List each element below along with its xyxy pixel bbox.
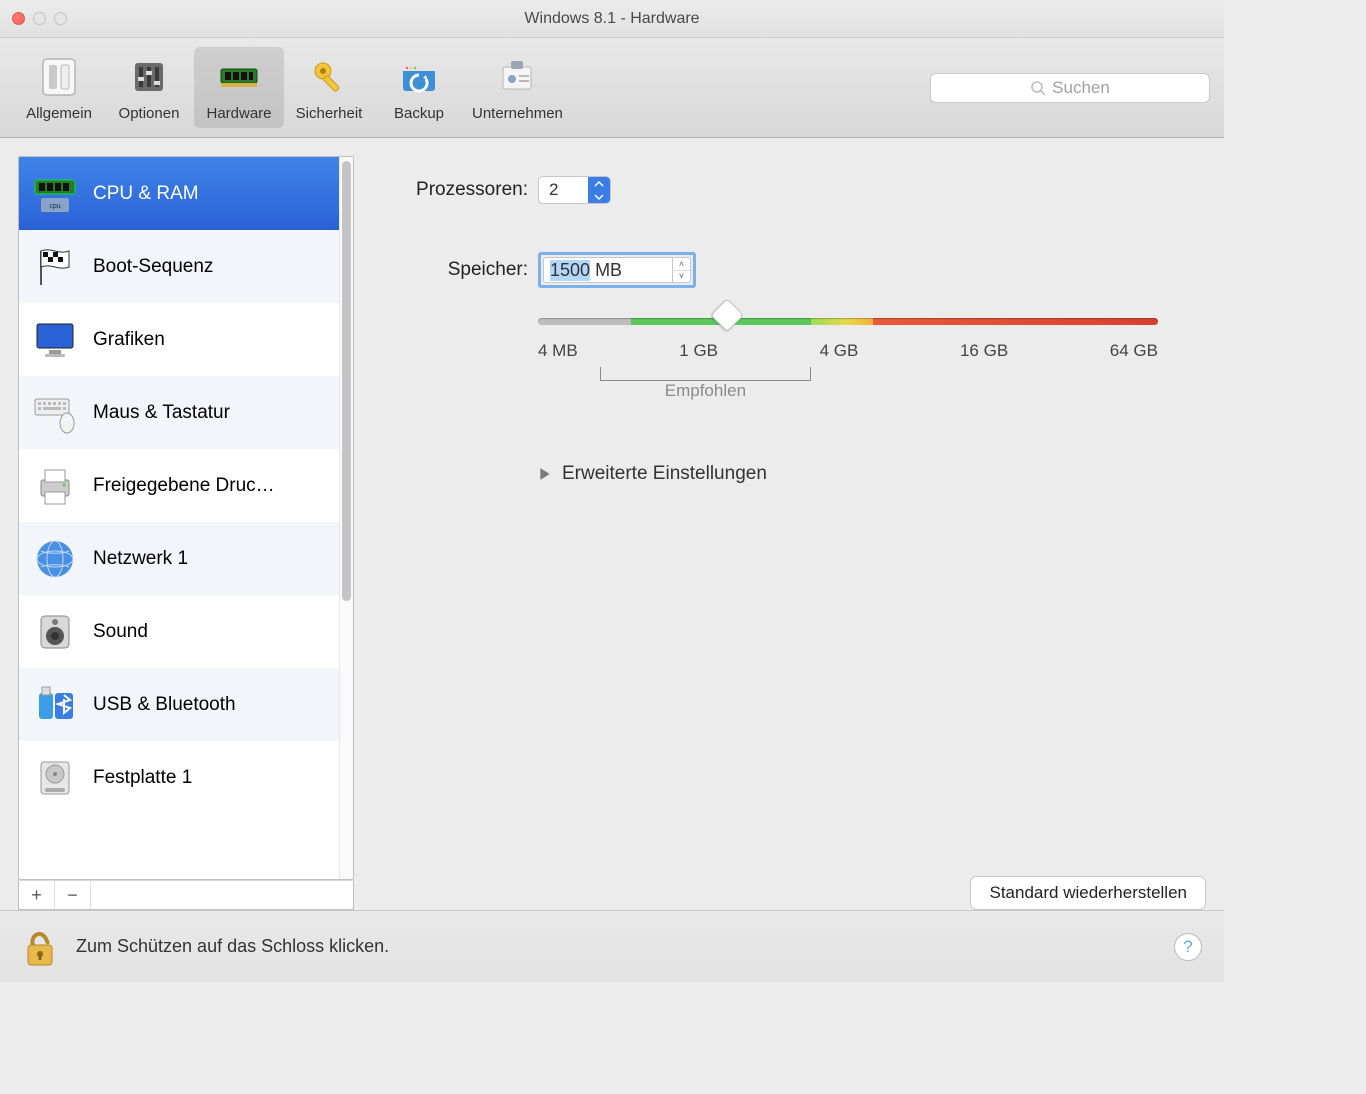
search-icon [1030,80,1046,96]
usb-bluetooth-icon [31,681,79,729]
tick-4mb: 4 MB [538,341,578,361]
memory-slider-thumb[interactable] [710,298,744,332]
toolbar-tab-label: Optionen [119,105,180,122]
memory-slider[interactable] [538,318,1158,325]
processors-label: Prozessoren: [372,179,528,201]
sidebar-item-network[interactable]: Netzwerk 1 [19,522,339,595]
memory-unit: MB [595,260,622,281]
harddisk-icon [31,754,79,802]
printer-icon [31,462,79,510]
tick-16gb: 16 GB [960,341,1008,361]
sidebar-item-label: Freigegebene Druc… [93,475,275,497]
hardware-sidebar: cpu CPU & RAM Boot-Sequenz Grafiken [18,156,354,880]
restore-defaults-button[interactable]: Standard wiederherstellen [970,876,1206,910]
toolbar-tab-label: Allgemein [26,105,92,122]
search-input[interactable]: Suchen [930,73,1210,103]
toolbar-tab-sicherheit[interactable]: Sicherheit [284,47,374,128]
id-badge-icon [493,53,541,101]
processors-value: 2 [539,177,588,203]
sidebar-item-usb-bluetooth[interactable]: USB & Bluetooth [19,668,339,741]
memory-stepper[interactable]: ˄ ˅ [673,257,691,283]
toolbar: Allgemein Optionen Hardware Sicherheit B… [0,38,1224,138]
toolbar-tab-label: Backup [394,105,444,122]
memory-label: Speicher: [372,259,528,281]
zoom-window-button[interactable] [54,12,67,25]
speaker-icon [31,608,79,656]
sidebar-item-graphics[interactable]: Grafiken [19,303,339,376]
traffic-lights [12,12,67,25]
search-placeholder: Suchen [1052,78,1110,98]
toolbar-tab-allgemein[interactable]: Allgemein [14,47,104,128]
globe-icon [31,535,79,583]
memory-step-down[interactable]: ˅ [673,271,690,283]
backup-icon [395,53,443,101]
memory-input[interactable]: 1500 MB ˄ ˅ [538,252,696,288]
recommended-bracket-icon [600,367,811,381]
memory-tick-labels: 4 MB 1 GB 4 GB 16 GB 64 GB [538,341,1158,361]
sidebar-item-cpu-ram[interactable]: cpu CPU & RAM [19,157,339,230]
sidebar-item-label: Maus & Tastatur [93,402,230,424]
switch-icon [35,53,83,101]
help-button[interactable]: ? [1174,933,1202,961]
lock-hint-text: Zum Schützen auf das Schloss klicken. [76,936,389,957]
memory-value: 1500 [550,260,590,281]
processors-select[interactable]: 2 [538,176,611,204]
window-title: Windows 8.1 - Hardware [0,10,1224,28]
sidebar-scrollbar[interactable] [339,157,353,879]
sidebar-item-harddisk[interactable]: Festplatte 1 [19,741,339,814]
tick-64gb: 64 GB [1110,341,1158,361]
sidebar-item-label: Festplatte 1 [93,767,192,789]
svg-text:cpu: cpu [49,203,60,210]
sidebar-item-label: Sound [93,621,148,643]
sliders-icon [125,53,173,101]
disclosure-triangle-icon [538,467,552,481]
toolbar-tab-label: Hardware [206,105,271,122]
scrollbar-thumb[interactable] [342,161,351,601]
ram-chip-icon: cpu [31,170,79,218]
sidebar-item-shared-printers[interactable]: Freigegebene Druc… [19,449,339,522]
sidebar-footer: + − [18,880,354,910]
tick-4gb: 4 GB [820,341,859,361]
keyboard-mouse-icon [31,389,79,437]
sidebar-item-label: Grafiken [93,329,165,351]
lock-icon[interactable] [20,925,60,969]
sidebar-item-label: Netzwerk 1 [93,548,188,570]
monitor-icon [31,316,79,364]
toolbar-tab-backup[interactable]: Backup [374,47,464,128]
toolbar-tab-optionen[interactable]: Optionen [104,47,194,128]
select-stepper-icon [588,177,610,203]
sidebar-item-mouse-keyboard[interactable]: Maus & Tastatur [19,376,339,449]
minimize-window-button[interactable] [33,12,46,25]
key-icon [305,53,353,101]
sidebar-item-label: CPU & RAM [93,183,199,205]
toolbar-tab-hardware[interactable]: Hardware [194,47,284,128]
footer-bar: Zum Schützen auf das Schloss klicken. ? [0,910,1224,982]
cpu-ram-panel: Prozessoren: 2 Speicher: 1500 MB ˄ [372,156,1206,910]
close-window-button[interactable] [12,12,25,25]
tick-1gb: 1 GB [679,341,718,361]
ram-icon [215,53,263,101]
add-device-button[interactable]: + [19,881,55,909]
toolbar-tab-unternehmen[interactable]: Unternehmen [464,47,571,128]
memory-step-up[interactable]: ˄ [673,258,690,271]
advanced-settings-disclosure[interactable]: Erweiterte Einstellungen [538,463,1206,485]
toolbar-tab-label: Unternehmen [472,105,563,122]
advanced-settings-label: Erweiterte Einstellungen [562,463,767,485]
sidebar-item-label: USB & Bluetooth [93,694,236,716]
checkered-flag-icon [31,243,79,291]
sidebar-item-boot-sequence[interactable]: Boot-Sequenz [19,230,339,303]
sidebar-item-label: Boot-Sequenz [93,256,213,278]
title-bar: Windows 8.1 - Hardware [0,0,1224,38]
toolbar-tab-label: Sicherheit [296,105,363,122]
sidebar-item-sound[interactable]: Sound [19,595,339,668]
recommended-label: Empfohlen [588,381,824,401]
remove-device-button[interactable]: − [55,881,91,909]
